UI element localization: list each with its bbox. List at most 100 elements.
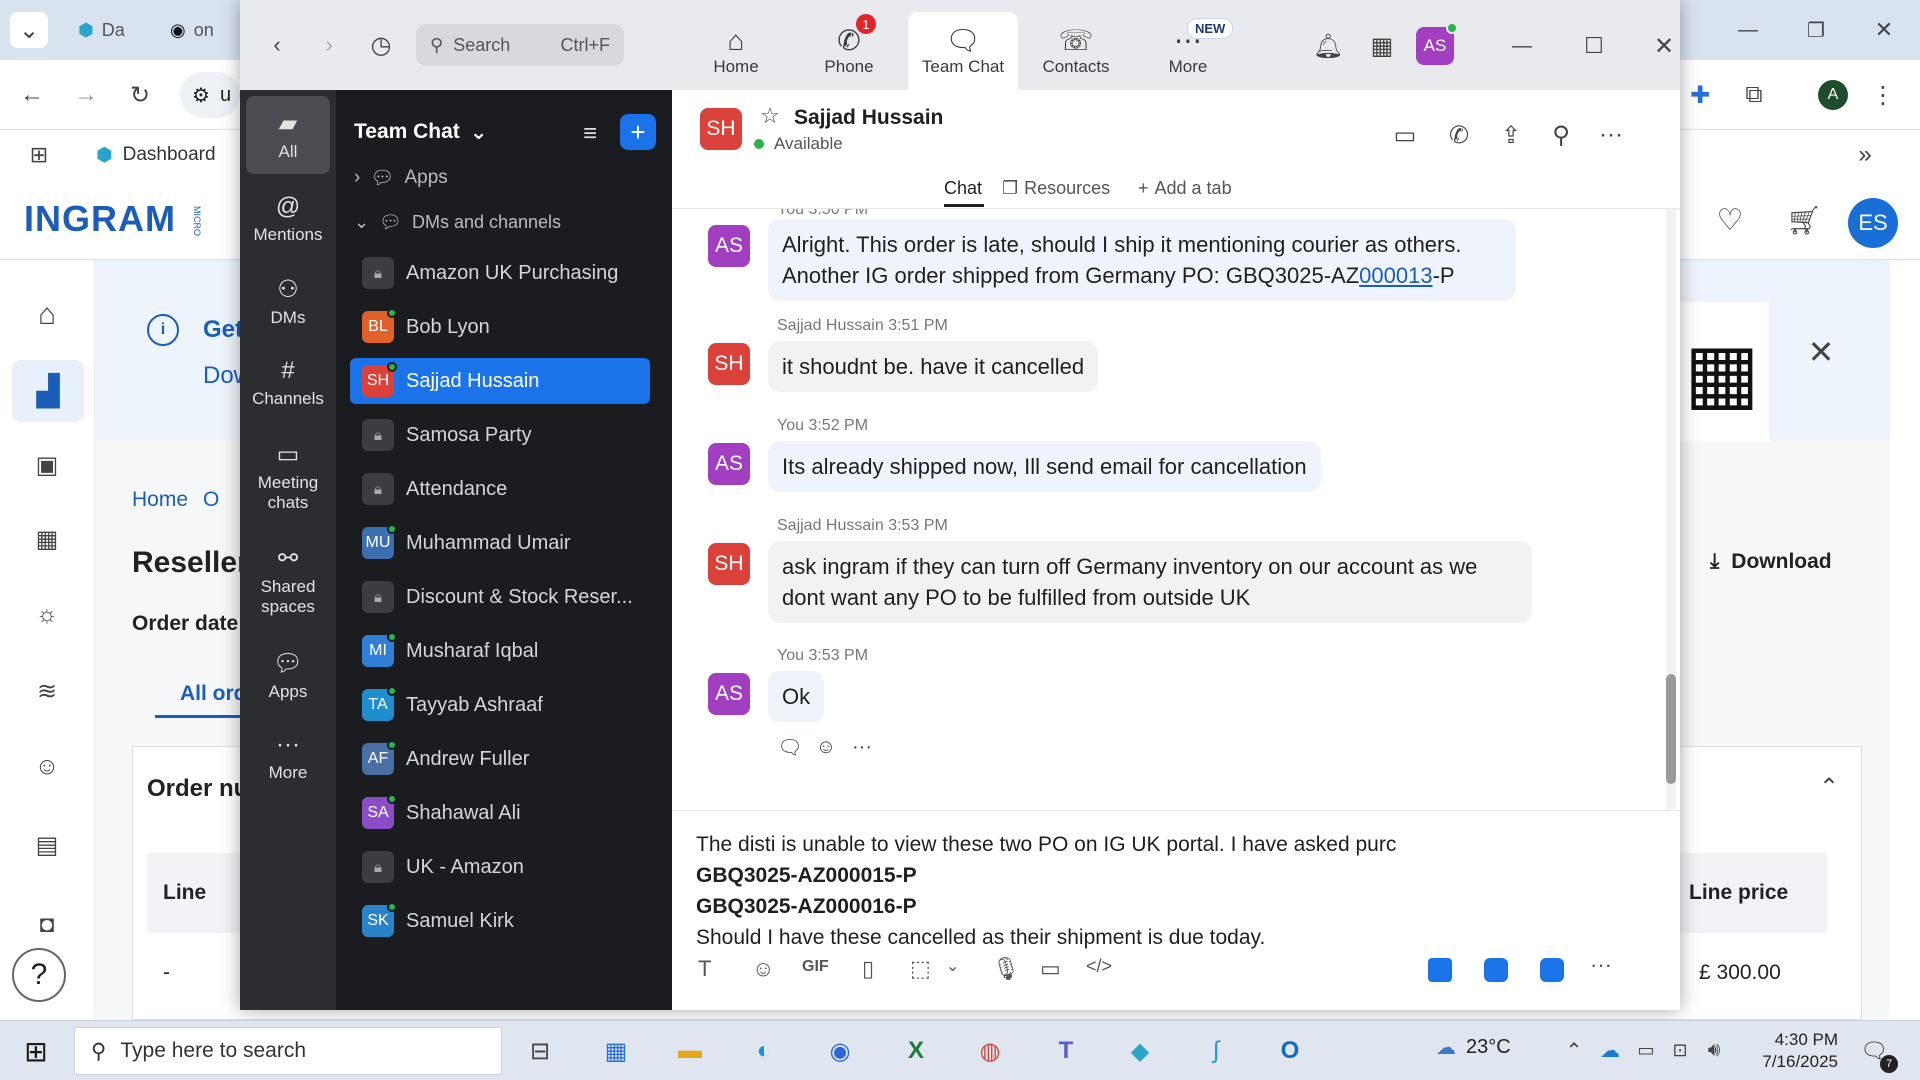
more-bookmarks-icon[interactable]: »	[1848, 138, 1882, 172]
tab-add[interactable]: + Add a tab	[1138, 178, 1232, 199]
video-call-icon[interactable]: ▭	[1388, 118, 1422, 152]
po-link[interactable]: 000013	[1359, 263, 1432, 288]
history-icon[interactable]: ◷	[364, 28, 398, 62]
taskbar-search[interactable]: ⚲ Type here to search	[74, 1027, 502, 1075]
zoom-forward-icon[interactable]: ›	[314, 28, 344, 62]
message-avatar[interactable]: AS	[708, 673, 750, 715]
nav-contacts[interactable]: ☏ Contacts	[1021, 12, 1131, 90]
web-box-icon[interactable]: ▣	[26, 444, 68, 486]
dms-section[interactable]: ⌄ 💬︎ DMs and channels	[354, 212, 561, 233]
contact-item[interactable]: BL Bob Lyon	[350, 304, 650, 350]
nav-phone[interactable]: ✆ Phone 1	[794, 12, 904, 90]
rail-dms[interactable]: ⚇ DMs	[246, 262, 330, 340]
address-bar[interactable]: ⚙ u	[180, 72, 240, 118]
message-bubble-4[interactable]: ask ingram if they can turn off Germany …	[768, 541, 1532, 623]
weather-widget[interactable]: ☁ 23°C	[1436, 1035, 1511, 1060]
zoom-back-icon[interactable]: ‹	[262, 28, 292, 62]
favorites-heart-icon[interactable]: ♡	[1708, 200, 1752, 240]
gif-icon[interactable]: GIF	[802, 958, 829, 976]
calendar-icon[interactable]: ▦	[1364, 28, 1400, 64]
code-snippet-icon[interactable]: </>	[1086, 956, 1112, 977]
zoom-maximize-icon[interactable]: ☐	[1576, 28, 1612, 64]
zoom-close-icon[interactable]: ✕	[1646, 28, 1680, 64]
web-help-icon[interactable]: ?	[12, 948, 66, 1002]
bookmark-dashboard[interactable]: ⬢ Dashboard	[96, 138, 216, 172]
contact-item[interactable]: TA Tayyab Ashraaf	[350, 682, 650, 728]
browser-tab-1[interactable]: ⬢ Da	[68, 12, 135, 48]
rail-channels[interactable]: # Channels	[246, 344, 330, 422]
collapse-chevron-icon[interactable]: ⌃	[1811, 769, 1847, 805]
app-icon-whiteboard[interactable]	[1484, 958, 1508, 982]
cart-icon[interactable]: 🛒︎	[1782, 200, 1826, 240]
message-avatar[interactable]: AS	[708, 443, 750, 485]
rail-all[interactable]: ▰ All	[246, 96, 330, 174]
rail-mentions[interactable]: @ Mentions	[246, 180, 330, 258]
excel-icon[interactable]: X	[898, 1033, 934, 1069]
message-avatar[interactable]: AS	[708, 225, 750, 267]
close-window-icon[interactable]: ✕	[1856, 10, 1912, 50]
task-view-icon[interactable]: ⊟	[522, 1033, 558, 1069]
chat-search-icon[interactable]: ⚲	[1544, 118, 1578, 152]
file-explorer-icon[interactable]: ▬	[672, 1033, 708, 1069]
contact-item[interactable]: 🔒︎ Amazon UK Purchasing	[350, 250, 650, 296]
zoom-minimize-icon[interactable]: —	[1504, 28, 1540, 64]
browser-profile-avatar[interactable]: A	[1818, 80, 1848, 110]
message-composer[interactable]: The disti is unable to view these two PO…	[672, 810, 1680, 1010]
app-diamond-icon[interactable]: ◆	[1122, 1033, 1158, 1069]
zoom-search-input[interactable]: ⚲ Search Ctrl+F	[416, 24, 624, 66]
outlook-icon[interactable]: O	[1272, 1033, 1308, 1069]
teams-icon[interactable]: T	[1048, 1033, 1084, 1069]
rail-meeting-chats[interactable]: ▭ Meeting chats	[246, 426, 330, 526]
rail-shared-spaces[interactable]: ⚯ Shared spaces	[246, 530, 330, 630]
star-icon[interactable]: ☆	[756, 102, 784, 130]
contact-item[interactable]: SA Shahawal Ali	[350, 790, 650, 836]
contact-item[interactable]: SK Samuel Kirk	[350, 898, 650, 944]
contact-item[interactable]: MU Muhammad Umair	[350, 520, 650, 566]
chat-header-avatar[interactable]: SH	[700, 108, 742, 150]
message-bubble-1[interactable]: Alright. This order is late, should I sh…	[768, 219, 1516, 301]
contact-item[interactable]: AF Andrew Fuller	[350, 736, 650, 782]
audio-call-icon[interactable]: ✆	[1442, 118, 1476, 152]
contact-item[interactable]: 🔒︎ Discount & Stock Reser...	[350, 574, 650, 620]
extensions-puzzle-icon[interactable]: ⧉	[1736, 77, 1772, 113]
download-button[interactable]: ⤓ Download	[1710, 550, 1832, 574]
video-message-icon[interactable]: ▭	[1040, 956, 1061, 982]
new-chat-plus-icon[interactable]: +	[620, 114, 656, 150]
apps-section[interactable]: › 💬︎ Apps	[354, 166, 448, 190]
tab-resources[interactable]: ❐ Resources	[1002, 178, 1110, 199]
app-s-icon[interactable]: ∫	[1198, 1033, 1234, 1069]
calculator-icon[interactable]: ▦	[598, 1033, 634, 1069]
message-bubble-3[interactable]: Its already shipped now, Ill send email …	[768, 441, 1321, 492]
app-icon-docs[interactable]	[1428, 958, 1452, 982]
notifications-bell-icon[interactable]: 🔔︎	[1310, 28, 1346, 64]
reply-thread-icon[interactable]: 🗨︎	[776, 733, 804, 761]
rail-more[interactable]: ··· More	[246, 718, 330, 796]
windows-start-icon[interactable]: ⊞	[18, 1033, 54, 1069]
web-home-icon[interactable]: ⌂	[26, 294, 68, 336]
chrome-icon[interactable]: ◍	[972, 1033, 1008, 1069]
web-support-icon[interactable]: ☺	[26, 746, 68, 788]
back-icon[interactable]: ←	[14, 77, 50, 113]
add-reaction-icon[interactable]: ☺	[812, 733, 840, 761]
composer-text[interactable]: The disti is unable to view these two PO…	[696, 829, 1656, 953]
web-user-avatar[interactable]: ES	[1848, 198, 1898, 248]
web-idea-icon[interactable]: ☼	[26, 594, 68, 636]
message-avatar[interactable]: SH	[708, 543, 750, 585]
nav-more[interactable]: ⋯ More NEW	[1133, 12, 1243, 90]
rail-apps[interactable]: 💬︎ Apps	[246, 636, 330, 714]
message-bubble-5[interactable]: Ok	[768, 671, 825, 722]
forward-icon[interactable]: →	[68, 77, 104, 113]
microphone-icon[interactable]: 🎙︎	[992, 956, 1020, 982]
web-layers-icon[interactable]: ≋	[26, 670, 68, 712]
share-screen-icon[interactable]: ⇪	[1494, 118, 1528, 152]
emoji-icon[interactable]: ☺	[752, 956, 774, 982]
taskbar-clock[interactable]: 4:30 PM 7/16/2025	[1748, 1029, 1838, 1073]
chat-more-icon[interactable]: ···	[1594, 118, 1628, 152]
edge-browser-icon[interactable]: ◐	[746, 1033, 782, 1069]
banner-close-icon[interactable]: ✕	[1801, 332, 1841, 372]
tab-chat[interactable]: Chat	[944, 178, 982, 199]
network-icon[interactable]: ⊡	[1666, 1035, 1694, 1065]
extension-icon[interactable]: ✚	[1682, 77, 1718, 113]
tray-chevron-icon[interactable]: ⌃	[1560, 1035, 1588, 1065]
apps-grid-icon[interactable]: ⊞	[22, 138, 56, 172]
